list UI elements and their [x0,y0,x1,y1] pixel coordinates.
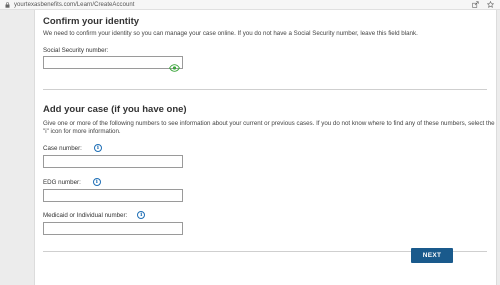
case-number-label-row: Case number: i [43,144,102,152]
edg-number-label: EDG number: [43,178,81,186]
case-description: Give one or more of the following number… [43,120,495,135]
medicaid-label-row: Medicaid or Individual number: i [43,211,146,219]
info-icon[interactable]: i [93,144,102,152]
identity-description: We need to confirm your identity so you … [43,30,418,37]
info-icon[interactable]: i [92,178,101,186]
next-button[interactable]: NEXT [411,248,453,263]
case-number-input[interactable] [43,155,183,168]
bookmark-star-icon[interactable] [487,1,494,8]
create-account-form: Confirm your identity We need to confirm… [34,10,497,285]
medicaid-input[interactable] [43,222,183,235]
edg-number-label-row: EDG number: i [43,178,101,186]
case-number-label: Case number: [43,144,82,152]
medicaid-label: Medicaid or Individual number: [43,211,128,219]
url-text[interactable]: yourtexasbenefits.com/Learn/CreateAccoun… [14,2,134,8]
identity-heading: Confirm your identity [43,16,140,27]
edg-number-input[interactable] [43,189,183,202]
eye-icon[interactable] [169,59,180,77]
case-heading: Add your case (if you have one) [43,104,187,115]
ssn-label: Social Security number: [43,47,109,54]
info-icon[interactable]: i [137,211,146,219]
browser-address-bar[interactable]: yourtexasbenefits.com/Learn/CreateAccoun… [0,0,500,10]
section-divider [43,89,487,90]
share-icon[interactable] [472,1,479,8]
ssn-input[interactable] [43,56,183,72]
lock-icon [5,1,11,8]
